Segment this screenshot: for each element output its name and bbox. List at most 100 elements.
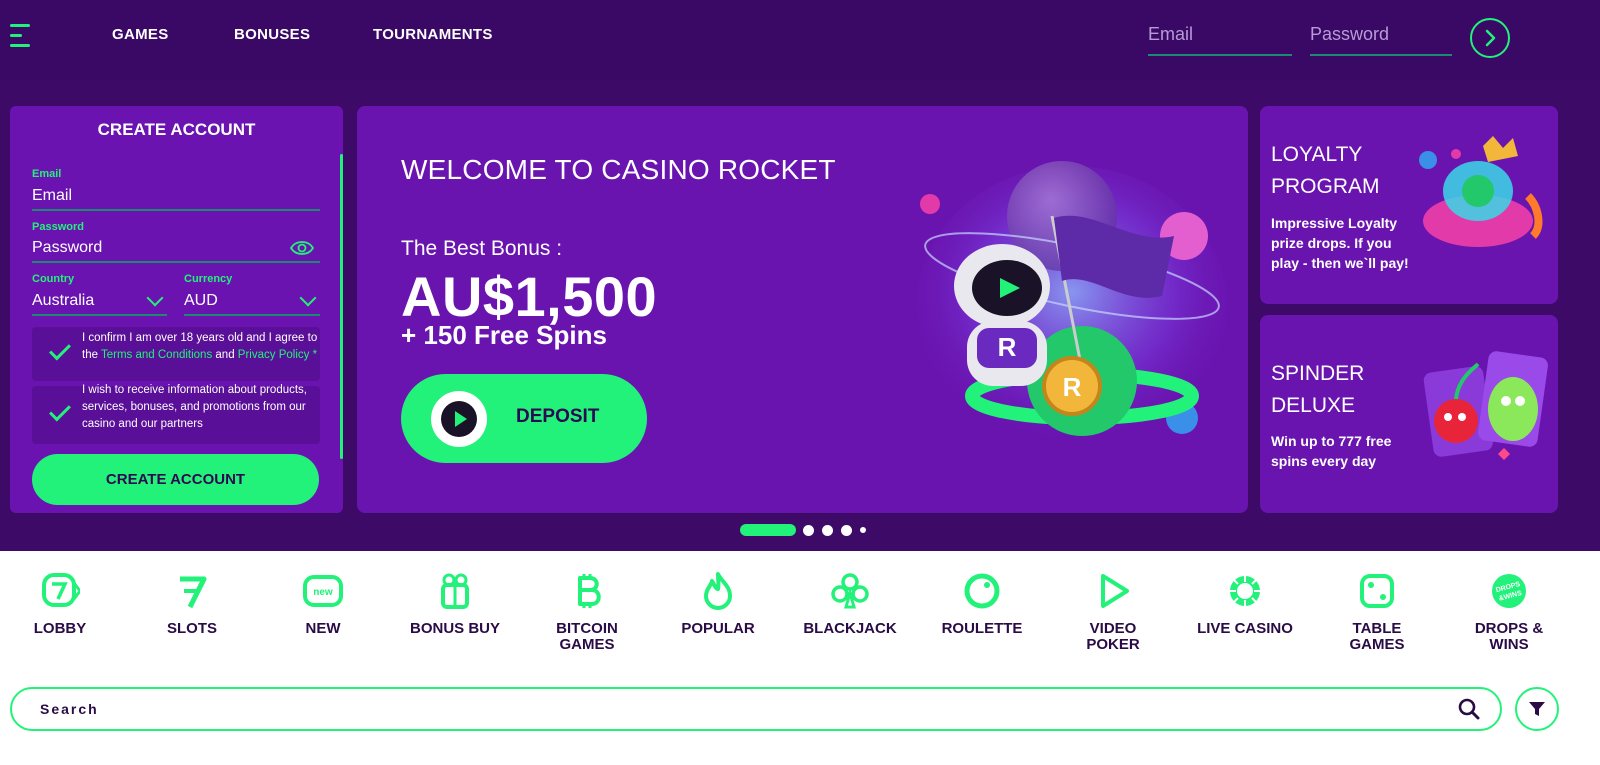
marketing-checkbox[interactable]: I wish to receive information about prod… — [32, 384, 320, 444]
ufo-illustration — [1419, 136, 1543, 247]
create-account-button[interactable]: CREATE ACCOUNT — [32, 454, 319, 505]
top-header: GAMES BONUSES TOURNAMENTS Email Password — [0, 0, 1600, 80]
carousel-dot[interactable] — [860, 527, 866, 533]
terms-text: I confirm I am over 18 years old and I a… — [82, 332, 318, 361]
category-new[interactable]: new NEW — [263, 571, 383, 637]
filter-button[interactable] — [1515, 687, 1559, 731]
eye-icon[interactable] — [290, 239, 314, 257]
nav-tournaments[interactable]: TOURNAMENTS — [373, 26, 493, 43]
create-account-title: CREATE ACCOUNT — [97, 120, 256, 139]
search-input[interactable]: Search — [10, 687, 1502, 731]
chevron-right-icon — [1485, 29, 1496, 47]
country-select[interactable]: Australia — [32, 289, 167, 316]
category-label: VIDEO POKER — [1086, 620, 1140, 653]
deposit-label: DEPOSIT — [516, 406, 600, 427]
bitcoin-icon — [578, 574, 601, 608]
category-label: SLOTS — [166, 620, 217, 637]
slots-icon — [180, 576, 207, 609]
carousel-dot[interactable] — [841, 525, 852, 536]
spinder-title-2: DELUXE — [1271, 394, 1356, 417]
hero-banner: WELCOME TO CASINO ROCKET The Best Bonus … — [357, 106, 1248, 513]
category-table-games[interactable]: TABLE GAMES — [1317, 571, 1437, 653]
live-icon — [1230, 576, 1260, 606]
svg-text:R: R — [1063, 372, 1082, 402]
currency-select[interactable]: AUD — [184, 289, 320, 316]
country-label: Country — [32, 273, 75, 285]
loyalty-card[interactable]: LOYALTY PROGRAM Impressive Loyalty prize… — [1260, 106, 1558, 304]
new-icon: new — [303, 575, 343, 607]
email-label: Email — [32, 168, 62, 180]
password-label: Password — [32, 221, 84, 233]
category-roulette[interactable]: ROULETTE — [922, 571, 1042, 637]
currency-value: AUD — [184, 292, 218, 309]
gift-icon — [441, 573, 469, 609]
carousel-dot[interactable] — [803, 525, 814, 536]
terms-checkbox[interactable]: I confirm I am over 18 years old and I a… — [32, 327, 320, 381]
password-field[interactable]: Password — [32, 237, 320, 263]
country-value: Australia — [32, 292, 95, 309]
marketing-text: I wish to receive information about prod… — [82, 384, 308, 430]
panel-scrollbar[interactable] — [340, 154, 343, 459]
category-drops-wins[interactable]: DROPS &WINS DROPS & WINS — [1449, 571, 1569, 653]
category-label: LOBBY — [33, 620, 87, 637]
email-field[interactable]: Email — [32, 185, 320, 211]
category-label: DROPS & WINS — [1474, 620, 1544, 653]
drops-wins-icon: DROPS&WINS — [1492, 574, 1526, 608]
category-label: LIVE CASINO — [1197, 620, 1293, 637]
astronaut-illustration: R R — [917, 161, 1227, 446]
deposit-button[interactable]: DEPOSIT — [401, 374, 647, 463]
category-lobby[interactable]: LOBBY — [0, 571, 120, 637]
terms-link[interactable]: Terms and Conditions — [101, 349, 212, 361]
privacy-link[interactable]: Privacy Policy * — [238, 349, 317, 361]
svg-text:R: R — [998, 332, 1017, 362]
create-account-panel: CREATE ACCOUNT Email Email Password Pass… — [10, 106, 343, 513]
menu-icon[interactable] — [10, 24, 30, 48]
category-label: BITCOIN GAMES — [556, 620, 618, 653]
login-submit-button[interactable] — [1470, 18, 1510, 58]
filter-icon — [1529, 702, 1545, 716]
play-icon — [1101, 574, 1129, 608]
dice-icon — [1360, 574, 1394, 608]
carousel-dots — [740, 523, 870, 537]
club-icon — [831, 573, 869, 609]
category-video-poker[interactable]: VIDEO POKER — [1053, 571, 1173, 653]
carousel-dot-active[interactable] — [740, 524, 796, 536]
password-placeholder: Password — [32, 239, 103, 256]
checkmark-icon — [49, 399, 71, 422]
category-label: BONUS BUY — [409, 620, 500, 637]
login-password-input[interactable]: Password — [1310, 18, 1452, 56]
new-badge-text: new — [313, 587, 333, 598]
loyalty-desc: Impressive Loyalty prize drops. If you p… — [1271, 215, 1409, 271]
category-label: POPULAR — [681, 620, 755, 637]
flame-icon — [704, 572, 732, 610]
nav-games[interactable]: GAMES — [112, 26, 169, 43]
spinder-desc: Win up to 777 free spins every day — [1271, 433, 1392, 469]
login-email-input[interactable]: Email — [1148, 18, 1292, 56]
category-bonus-buy[interactable]: BONUS BUY — [395, 571, 515, 637]
search-icon[interactable] — [1458, 698, 1480, 720]
category-bar: LOBBY SLOTS new NEW BONUS BUY BITCOIN GAM… — [0, 551, 1600, 765]
category-bitcoin-games[interactable]: BITCOIN GAMES — [527, 571, 647, 653]
category-slots[interactable]: SLOTS — [132, 571, 252, 637]
currency-label: Currency — [184, 273, 233, 285]
loyalty-title-1: LOYALTY — [1271, 143, 1363, 166]
chevron-down-icon — [146, 289, 164, 307]
spinder-title-1: SPINDER — [1271, 362, 1365, 385]
checkmark-icon — [49, 338, 71, 361]
spinder-deluxe-card[interactable]: SPINDER DELUXE Win up to 777 free spins … — [1260, 315, 1558, 513]
astronaut-play-icon — [431, 391, 487, 447]
category-blackjack[interactable]: BLACKJACK — [790, 571, 910, 637]
nav-bonuses[interactable]: BONUSES — [234, 26, 310, 43]
carousel-dot[interactable] — [822, 525, 833, 536]
search-placeholder: Search — [40, 701, 99, 717]
lobby-icon — [42, 573, 80, 607]
category-label: TABLE GAMES — [1349, 620, 1405, 653]
loyalty-title-2: PROGRAM — [1271, 175, 1380, 198]
category-label: BLACKJACK — [803, 620, 897, 637]
hero-title: WELCOME TO CASINO ROCKET — [401, 154, 836, 185]
category-label: NEW — [305, 620, 341, 637]
category-live-casino[interactable]: LIVE CASINO — [1185, 571, 1305, 637]
category-popular[interactable]: POPULAR — [658, 571, 778, 637]
fruit-characters-illustration — [1423, 351, 1548, 460]
chevron-down-icon — [299, 289, 317, 307]
